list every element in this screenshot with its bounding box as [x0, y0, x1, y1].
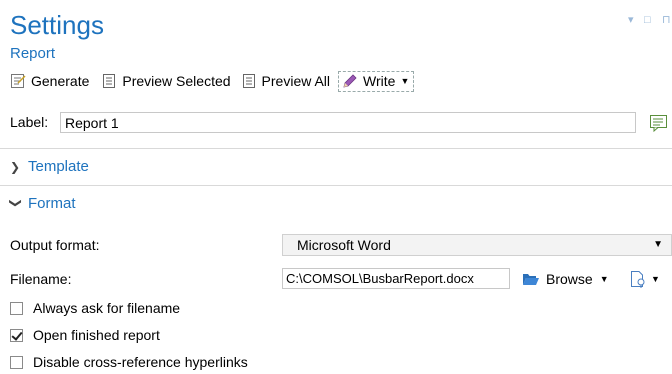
preview-all-label: Preview All	[261, 73, 331, 89]
disable-cross-reference-checkbox-row[interactable]: Disable cross-reference hyperlinks	[10, 353, 248, 371]
folder-open-icon	[523, 273, 539, 285]
preview-selected-button[interactable]: Preview Selected	[99, 70, 234, 92]
comment-icon[interactable]	[648, 112, 670, 134]
browse-label: Browse	[546, 270, 593, 287]
output-format-label: Output format:	[10, 237, 100, 253]
section-format-header[interactable]: ❯ Format	[9, 195, 76, 212]
settings-toolbar: Generate Preview Selected Preview All Wr…	[8, 70, 415, 92]
file-location-button[interactable]: ▼	[628, 268, 660, 289]
filename-input[interactable]: C:\COMSOL\BusbarReport.docx	[282, 268, 510, 289]
section-divider	[0, 148, 672, 149]
checkbox-label: Open finished report	[33, 327, 160, 343]
preview-selected-label: Preview Selected	[122, 73, 231, 89]
section-template-header[interactable]: ❯ Template	[10, 158, 89, 175]
pencil-icon	[343, 74, 357, 88]
maximize-panel-icon[interactable]: □	[644, 14, 651, 26]
preview-all-button[interactable]: Preview All	[239, 70, 334, 92]
panel-title: Settings	[10, 10, 104, 40]
checkbox[interactable]	[10, 355, 23, 369]
filename-label: Filename:	[10, 271, 72, 287]
generate-label: Generate	[31, 73, 90, 89]
section-template-label: Template	[28, 158, 89, 175]
preview-document-icon	[242, 74, 255, 88]
chevron-right-icon: ❯	[10, 159, 21, 174]
label-input[interactable]: Report 1	[60, 112, 636, 133]
preview-document-icon	[103, 74, 116, 88]
section-divider	[0, 185, 672, 186]
chevron-down-icon: ▼	[651, 273, 660, 284]
file-location-icon	[631, 270, 645, 288]
checkbox[interactable]	[10, 328, 23, 342]
generate-report-icon	[11, 74, 26, 88]
open-finished-report-checkbox-row[interactable]: Open finished report	[10, 326, 160, 344]
output-format-value: Microsoft Word	[297, 237, 391, 253]
browse-button[interactable]: Browse ▼	[522, 268, 609, 289]
chevron-down-icon: ❯	[9, 197, 23, 208]
output-format-select[interactable]: Microsoft Word ▼	[282, 234, 672, 256]
generate-button[interactable]: Generate	[8, 70, 93, 92]
node-subtitle: Report	[10, 45, 56, 62]
label-field-label: Label:	[10, 114, 49, 130]
chevron-down-icon: ▼	[653, 239, 663, 250]
checkbox[interactable]	[10, 301, 23, 315]
section-format-label: Format	[28, 195, 76, 212]
chevron-down-icon: ▼	[400, 76, 410, 86]
checkbox-label: Disable cross-reference hyperlinks	[33, 354, 248, 370]
collapse-panel-icon[interactable]: ▾	[628, 14, 634, 26]
write-menu-button[interactable]: Write ▼	[338, 70, 415, 92]
chevron-down-icon: ▼	[599, 273, 609, 284]
dock-panel-icon[interactable]: ⊓	[662, 14, 671, 26]
always-ask-filename-checkbox-row[interactable]: Always ask for filename	[10, 299, 180, 317]
write-label: Write	[363, 73, 396, 89]
checkbox-label: Always ask for filename	[33, 300, 181, 316]
